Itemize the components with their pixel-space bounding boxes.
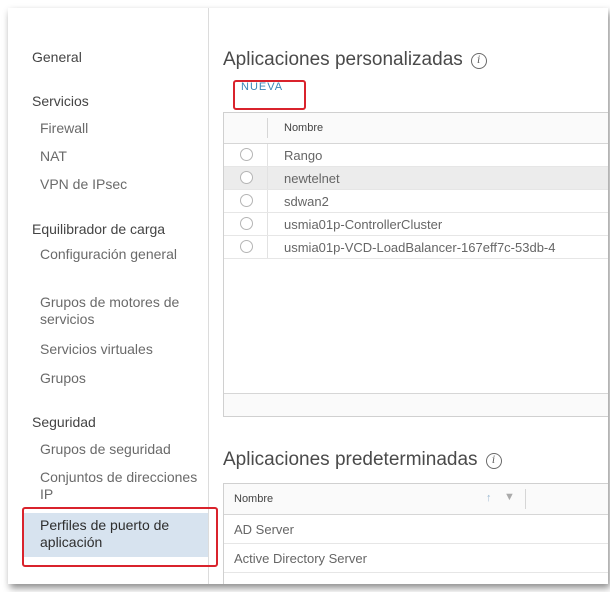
custom-apps-heading: Aplicaciones personalizadas i (223, 49, 487, 71)
table-row[interactable]: usmia01p-ControllerCluster (224, 213, 608, 236)
info-icon[interactable]: i (470, 53, 487, 69)
row-radio[interactable] (240, 148, 253, 161)
selected-item-highlight (22, 507, 218, 567)
sidebar-item-general[interactable]: General (32, 49, 82, 65)
sort-arrow-icon[interactable]: ↑ (486, 492, 492, 504)
row-name: newtelnet (284, 171, 340, 186)
sidebar-header-servicios: Servicios (32, 93, 89, 109)
row-name: AD Server (234, 522, 294, 537)
row-name: Active Directory Server (234, 551, 367, 566)
grid-header: Nombre ↑ ▼ (224, 484, 608, 515)
row-radio[interactable] (240, 194, 253, 207)
column-divider (267, 118, 268, 138)
table-row[interactable]: sdwan2 (224, 190, 608, 213)
grid-header: Nombre (224, 113, 608, 144)
column-divider (267, 236, 268, 258)
column-divider (267, 144, 268, 166)
table-row[interactable]: Rango (224, 144, 608, 167)
row-radio[interactable] (240, 240, 253, 253)
sidebar-item-configuracion-general[interactable]: Configuración general (40, 246, 210, 263)
column-header-nombre[interactable]: Nombre (234, 493, 273, 505)
sidebar-item-grupos[interactable]: Grupos (40, 370, 210, 387)
default-apps-grid: Nombre ↑ ▼ AD Server Active Directory Se… (223, 483, 608, 584)
sidebar-item-grupos-motores[interactable]: Grupos de motores de servicios (40, 294, 210, 328)
column-divider (525, 489, 526, 509)
row-name: sdwan2 (284, 194, 329, 209)
table-row[interactable]: newtelnet (224, 167, 608, 190)
app-window: General Servicios Firewall NAT VPN de IP… (8, 8, 608, 584)
sidebar-item-grupos-seguridad[interactable]: Grupos de seguridad (40, 441, 210, 458)
row-name: Rango (284, 148, 323, 163)
grid-footer (224, 393, 608, 416)
default-apps-heading: Aplicaciones predeterminadas i (223, 449, 502, 471)
sidebar-item-vpn-ipsec[interactable]: VPN de IPsec (40, 176, 210, 193)
sidebar-header-seguridad: Seguridad (32, 414, 96, 430)
sidebar-item-nat[interactable]: NAT (40, 148, 210, 165)
column-divider (267, 213, 268, 235)
custom-apps-grid: Nombre Rango newtelnet sdwan2 usmia01p-C (223, 112, 608, 417)
column-divider (267, 167, 268, 189)
row-name: usmia01p-ControllerCluster (284, 217, 443, 232)
column-divider (267, 190, 268, 212)
filter-icon[interactable]: ▼ (504, 491, 515, 503)
row-radio[interactable] (240, 171, 253, 184)
info-icon[interactable]: i (485, 453, 502, 469)
row-radio[interactable] (240, 217, 253, 230)
column-header-nombre[interactable]: Nombre (284, 122, 323, 134)
custom-apps-title: Aplicaciones personalizadas (223, 49, 463, 70)
new-button-highlight (233, 80, 306, 110)
sidebar-item-firewall[interactable]: Firewall (40, 120, 210, 137)
table-row[interactable]: usmia01p-VCD-LoadBalancer-167eff7c-53db-… (224, 236, 608, 259)
table-row[interactable]: AD Server (224, 515, 608, 544)
sidebar-header-equilibrador: Equilibrador de carga (32, 221, 166, 237)
sidebar-nav: General Servicios Firewall NAT VPN de IP… (8, 8, 209, 584)
default-apps-title: Aplicaciones predeterminadas (223, 449, 478, 470)
sidebar-item-servicios-virtuales[interactable]: Servicios virtuales (40, 341, 210, 358)
sidebar-item-conjuntos-direcciones-ip[interactable]: Conjuntos de direcciones IP (40, 469, 210, 503)
table-row[interactable]: Active Directory Server (224, 544, 608, 573)
row-name: usmia01p-VCD-LoadBalancer-167eff7c-53db-… (284, 240, 556, 255)
